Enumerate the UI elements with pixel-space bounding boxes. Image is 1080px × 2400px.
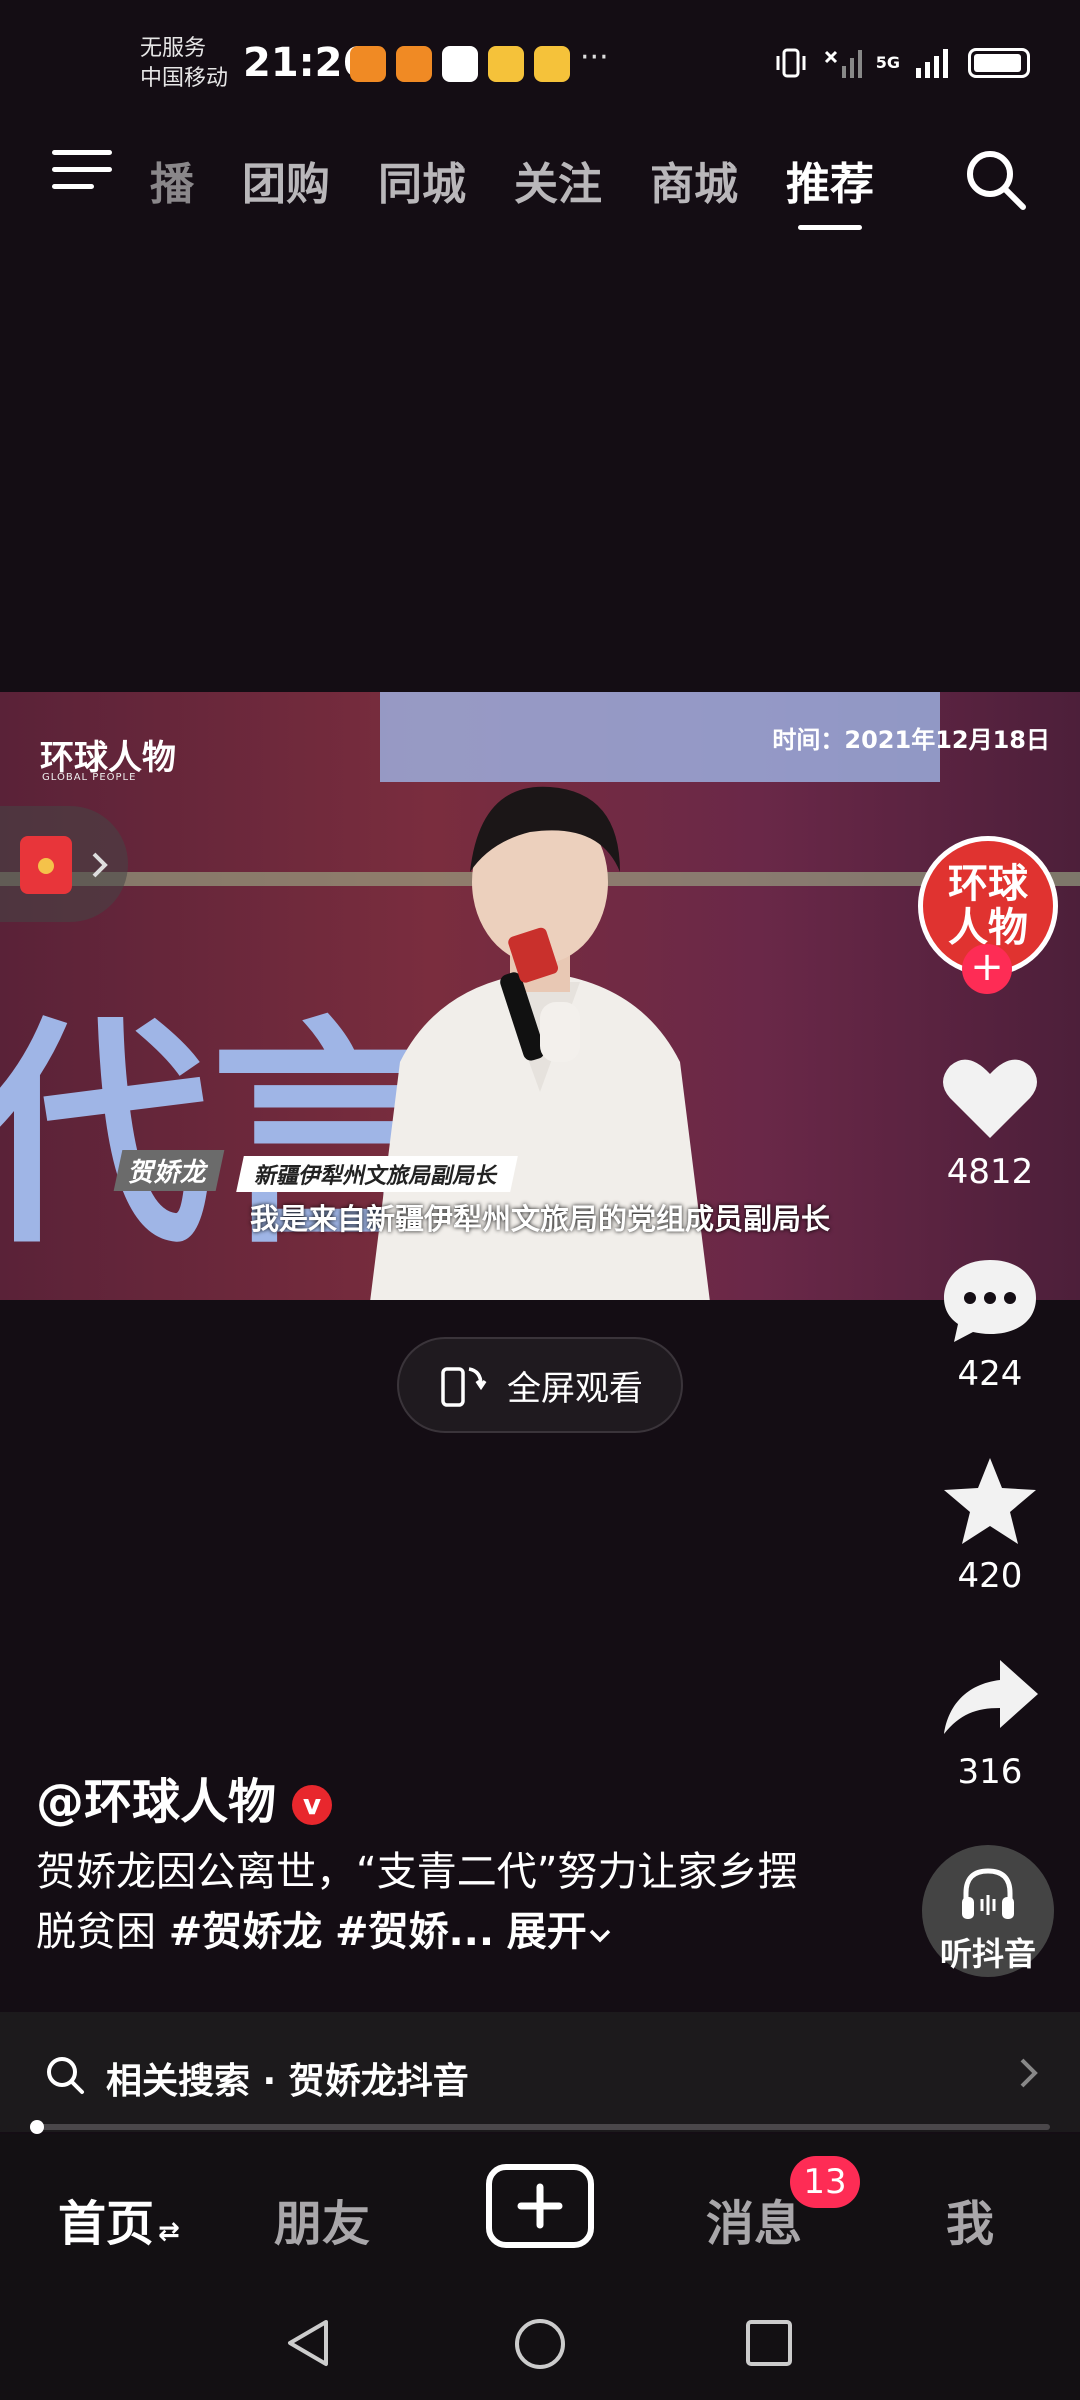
favorite-button[interactable]: 420 — [920, 1456, 1060, 1596]
battery-icon — [968, 48, 1030, 78]
messages-badge: 13 — [790, 2156, 860, 2208]
red-packet-button[interactable] — [0, 806, 128, 922]
red-packet-icon — [20, 836, 72, 894]
carrier-line2: 中国移动 — [140, 66, 229, 91]
favorite-count: 420 — [957, 1556, 1023, 1596]
search-icon[interactable] — [960, 144, 1030, 214]
system-nav-bar — [0, 2286, 1080, 2400]
carrier-line1: 无服务 — [140, 36, 207, 61]
create-button[interactable] — [486, 2164, 594, 2248]
hashtag-link[interactable]: #贺娇... — [335, 1909, 494, 1955]
heart-icon — [943, 1059, 1037, 1138]
tab-bar: 播 团购 同城 关注 商城 推荐 — [150, 148, 874, 230]
tab-following[interactable]: 关注 — [514, 148, 602, 212]
post-caption[interactable]: 贺娇龙因公离世，“支青二代”努力让家乡摆脱贫困 #贺娇龙 #贺娇... 展开 — [36, 1842, 816, 1962]
chevron-down-icon — [589, 1929, 611, 1943]
speaker-title-tag: 新疆伊犁州文旅局副局长 — [236, 1156, 518, 1192]
related-search-label: 相关搜索 · 贺娇龙抖音 — [106, 2061, 469, 2102]
video-progress-bar[interactable] — [30, 2124, 1050, 2130]
headphones-icon — [962, 1868, 1014, 1919]
vibrate-icon — [776, 48, 806, 78]
follow-button[interactable]: + — [962, 944, 1012, 994]
network-type-label: 5G — [875, 53, 900, 72]
star-icon — [944, 1458, 1036, 1544]
plus-icon — [517, 2183, 563, 2229]
system-icons: 5G — [774, 46, 1030, 80]
app-notification-icon — [442, 46, 478, 82]
app-notification-icon — [350, 46, 386, 82]
video-subtitle: 我是来自新疆伊犁州文旅局的党组成员副局长 — [249, 1202, 830, 1236]
like-button[interactable]: 4812 — [920, 1052, 1060, 1192]
nav-home-label: 首页 — [58, 2196, 155, 2252]
fullscreen-button[interactable]: 全屏观看 — [397, 1337, 683, 1433]
nav-friends[interactable]: 朋友 — [274, 2184, 370, 2254]
rotate-screen-icon — [441, 1367, 487, 1407]
fullscreen-label: 全屏观看 — [507, 1368, 643, 1409]
date-watermark: 时间：2021年12月18日 — [772, 726, 1050, 754]
nav-me[interactable]: 我 — [946, 2184, 994, 2254]
no-signal-icon — [824, 50, 862, 78]
app-notification-icon — [396, 46, 432, 82]
speaker-name-tag: 贺娇龙 — [113, 1150, 225, 1191]
listen-button[interactable]: 听抖音 — [922, 1845, 1054, 1977]
nav-messages[interactable]: 消息 — [706, 2184, 802, 2254]
notification-icons — [350, 46, 570, 82]
signal-icon — [916, 49, 948, 78]
listen-label: 听抖音 — [939, 1935, 1036, 1973]
expand-label: 展开 — [506, 1909, 587, 1955]
video-progress-handle[interactable] — [30, 2120, 44, 2134]
comment-icon — [944, 1260, 1036, 1342]
back-icon[interactable] — [282, 2316, 336, 2370]
search-icon — [47, 2057, 84, 2094]
author-name[interactable]: @环球人物 v — [36, 1762, 333, 1832]
nav-home[interactable]: 首页 ⇄ — [58, 2184, 180, 2254]
hashtag-link[interactable]: #贺娇龙 — [169, 1909, 323, 1955]
bottom-nav: 首页 ⇄ 朋友 消息 13 我 — [0, 2134, 1080, 2286]
avatar-logo-text: 环球人物 — [948, 861, 1028, 951]
top-nav: 播 团购 同城 关注 商城 推荐 — [0, 130, 1080, 230]
status-bar: 无服务 中国移动 21:26 ··· 5G — [0, 0, 1080, 120]
tab-group-buy[interactable]: 团购 — [242, 148, 330, 212]
author-handle[interactable]: @环球人物 — [36, 1774, 276, 1830]
channel-watermark-sub: GLOBAL PEOPLE — [42, 772, 137, 783]
verified-badge-icon: v — [292, 1785, 333, 1825]
tab-live[interactable]: 播 — [150, 148, 194, 212]
tab-mall[interactable]: 商城 — [650, 148, 738, 212]
chevron-right-icon — [1020, 2058, 1038, 2088]
home-icon[interactable] — [512, 2316, 568, 2372]
chevron-right-icon — [92, 852, 108, 878]
share-button[interactable]: 316 — [920, 1652, 1060, 1792]
more-notifications-icon: ··· — [580, 40, 609, 75]
tab-local[interactable]: 同城 — [378, 148, 466, 212]
expand-button[interactable]: 展开 — [507, 1909, 613, 1955]
carrier-info: 无服务 中国移动 — [140, 34, 228, 94]
share-icon — [944, 1660, 1038, 1734]
like-count: 4812 — [946, 1152, 1034, 1192]
related-search-bar[interactable]: 相关搜索 · 贺娇龙抖音 — [0, 2012, 1080, 2132]
share-count: 316 — [957, 1752, 1023, 1792]
menu-icon[interactable] — [52, 150, 112, 200]
comment-button[interactable]: 424 — [920, 1254, 1060, 1394]
recents-icon[interactable] — [742, 2316, 796, 2370]
comment-count: 424 — [957, 1354, 1023, 1394]
tab-recommend[interactable]: 推荐 — [786, 148, 874, 230]
weibo-icon — [534, 46, 570, 82]
weibo-icon — [488, 46, 524, 82]
switch-icon: ⇄ — [158, 2217, 180, 2247]
video-player[interactable]: 代言 环球人物 GLOBAL PEOPLE 时间：2021年12月18日 贺娇龙… — [0, 692, 1080, 1300]
